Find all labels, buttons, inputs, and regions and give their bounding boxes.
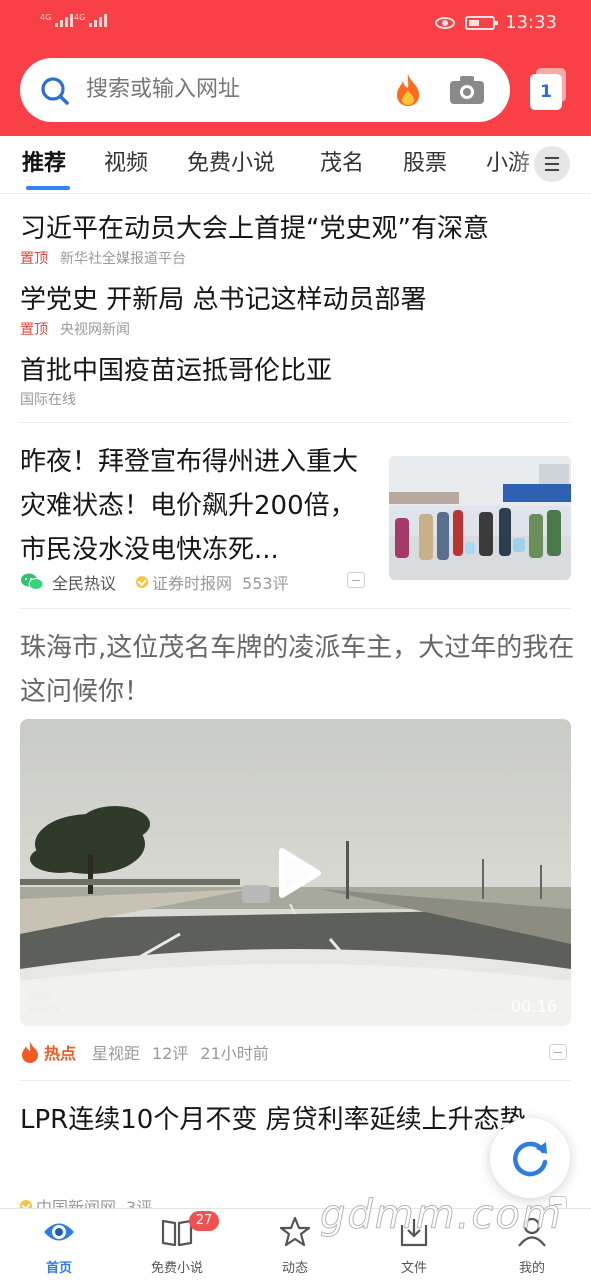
story-thumbnail[interactable]: [389, 456, 571, 580]
headline-1[interactable]: 习近平在动员大会上首提“党史观”有深意: [20, 212, 489, 246]
search-bar[interactable]: 搜索或输入网址: [20, 58, 510, 122]
video-comments: 12评: [152, 1044, 189, 1063]
signal-icon: 4G: [40, 13, 74, 27]
hot-discussion-label: 全民热议: [52, 574, 117, 593]
eye-comfort-icon: [435, 16, 456, 29]
video-source: 星视距: [92, 1044, 141, 1063]
pinned-tag: 置顶: [20, 251, 48, 267]
signal-icon-2: 4G: [74, 13, 108, 27]
wechat-icon: [21, 573, 44, 590]
video-player[interactable]: 360 智能云镜 2021/02/2 00:16: [20, 719, 571, 1026]
dislike-button[interactable]: [347, 572, 365, 588]
headline-2[interactable]: 学党史 开新局 总书记这样动员部署: [20, 283, 427, 317]
nav-free-novels[interactable]: 27 免费小说: [127, 1209, 227, 1280]
nav-home-label: 首页: [45, 1261, 72, 1276]
video-title[interactable]: 珠海市,这位茂名车牌的凌派车主，大过年的我在这问候你！: [20, 626, 580, 714]
verified-badge-icon: [136, 576, 149, 588]
tab-recommend[interactable]: 推荐: [22, 150, 66, 178]
refresh-icon: [513, 1141, 548, 1177]
channel-menu-button[interactable]: [534, 146, 570, 182]
tab-switcher-button[interactable]: 1: [530, 68, 566, 110]
source: 新华社全媒报道平台: [60, 251, 186, 267]
star-icon: [279, 1216, 311, 1247]
nav-free-novels-label: 免费小说: [150, 1261, 203, 1276]
nav-home[interactable]: 首页: [9, 1209, 109, 1280]
hot-search-fire-icon[interactable]: [392, 72, 424, 108]
divider: [20, 608, 571, 609]
tab-count: 1: [530, 74, 562, 110]
tab-video[interactable]: 视频: [104, 150, 148, 178]
tab-free-novels[interactable]: 免费小说: [187, 150, 275, 178]
story-title[interactable]: 昨夜！拜登宣布得州进入重大灾难状态！电价飙升200倍，市民没水没电快冻死...: [20, 440, 380, 572]
camera-icon[interactable]: [448, 74, 486, 106]
hot-tag: 热点: [44, 1044, 77, 1063]
channel-tabs: 推荐 视频 免费小说 茂名 股票 小游: [0, 136, 591, 194]
video-time-ago: 21小时前: [200, 1044, 269, 1063]
network-type-label: 4G: [40, 13, 52, 22]
battery-icon: [465, 15, 499, 30]
search-icon: [41, 77, 69, 105]
watermark: gdmm.com: [320, 1192, 563, 1239]
search-placeholder: 搜索或输入网址: [86, 77, 241, 102]
pinned-tag: 置顶: [20, 322, 48, 338]
app-header: 4G 4G 13:33 搜索或输入网址 1: [0, 0, 591, 136]
dislike-button[interactable]: [549, 1044, 567, 1060]
headline-2-meta: 置顶 央视网新闻: [20, 321, 130, 339]
nav-files-label: 文件: [400, 1261, 427, 1276]
refresh-button[interactable]: [490, 1118, 570, 1198]
story-source: 证券时报网: [152, 574, 233, 593]
headline-3-meta: 国际在线: [20, 391, 76, 409]
video-timestamp: 2021/02/2: [454, 1002, 501, 1012]
divider: [20, 422, 571, 423]
story-meta: 全民热议 证券时报网 553评: [20, 570, 289, 594]
status-bar: 4G 4G 13:33: [0, 0, 591, 50]
tab-maoming[interactable]: 茂名: [320, 150, 364, 178]
active-tab-indicator: [26, 186, 70, 190]
nav-profile-label: 我的: [518, 1261, 545, 1276]
home-eye-icon: [44, 1223, 74, 1241]
dashcam-brand-mark: 360 智能云镜: [28, 991, 60, 1015]
source: 央视网新闻: [60, 322, 130, 338]
story-comments: 553评: [242, 574, 289, 593]
tab-stocks[interactable]: 股票: [403, 150, 447, 178]
network-type-label-2: 4G: [74, 13, 86, 22]
play-icon[interactable]: [266, 843, 326, 903]
novel-badge: 27: [189, 1211, 219, 1231]
source: 国际在线: [20, 392, 76, 408]
video-meta: 热点 星视距 12评 21小时前: [20, 1040, 281, 1064]
video-duration: 00:16: [510, 997, 557, 1016]
divider: [20, 1080, 571, 1081]
headline-3[interactable]: 首批中国疫苗运抵哥伦比亚: [20, 354, 332, 388]
clock: 13:33: [505, 12, 557, 33]
nav-activity-label: 动态: [281, 1261, 308, 1276]
headline-1-meta: 置顶 新华社全媒报道平台: [20, 250, 186, 268]
hot-flame-icon: [22, 1041, 38, 1063]
